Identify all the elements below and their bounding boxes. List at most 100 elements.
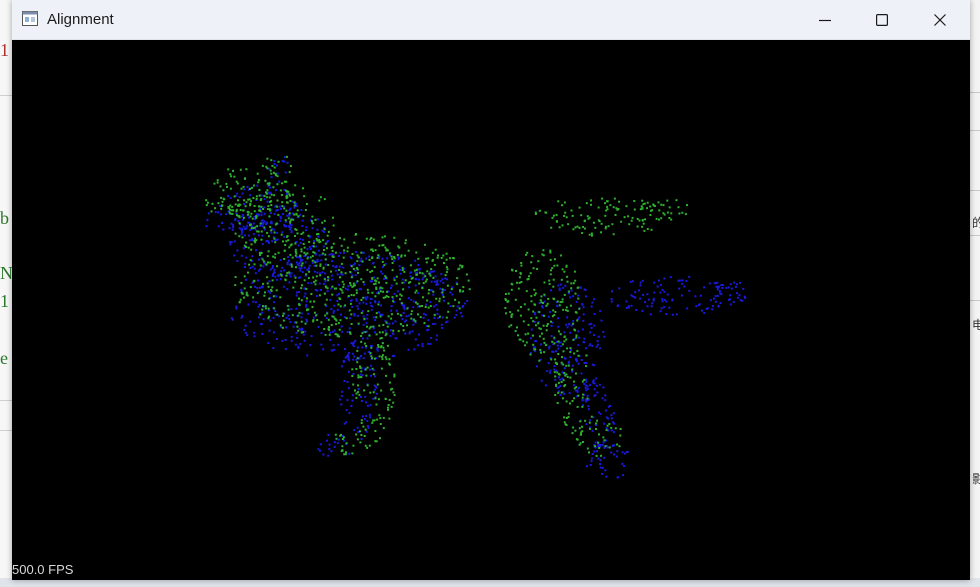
cloud-point [270, 229, 273, 232]
cloud-point [264, 179, 267, 182]
cloud-point [339, 434, 342, 437]
cloud-point [668, 306, 671, 309]
cloud-point [270, 204, 273, 206]
cloud-point [378, 331, 381, 334]
cloud-point [321, 271, 324, 274]
cloud-point [270, 176, 273, 179]
cloud-point [269, 191, 272, 194]
cloud-point [340, 271, 343, 274]
cloud-point [442, 281, 445, 284]
cloud-point [273, 237, 276, 240]
cloud-point [695, 305, 698, 308]
cloud-point [285, 209, 288, 212]
cloud-point [435, 297, 438, 300]
cloud-point [300, 331, 303, 334]
cloud-point [590, 457, 593, 460]
cloud-point [424, 275, 427, 278]
cloud-point [650, 228, 653, 231]
cloud-point [565, 400, 568, 403]
cloud-point [329, 339, 332, 341]
cloud-point [612, 444, 615, 447]
cloud-point [511, 269, 514, 272]
cloud-point [534, 313, 537, 316]
cloud-point [309, 256, 312, 259]
cloud-point [559, 254, 562, 257]
cloud-point [661, 298, 664, 301]
cloud-point [387, 315, 390, 318]
cloud-point [532, 310, 535, 313]
cloud-point [595, 422, 598, 425]
cloud-point [217, 202, 220, 205]
cloud-point [247, 271, 249, 274]
cloud-point [516, 281, 518, 284]
cloud-point [268, 196, 271, 199]
cloud-point [433, 305, 436, 308]
cloud-point [384, 356, 387, 359]
maximize-button[interactable] [853, 0, 911, 39]
cloud-point [285, 240, 288, 243]
cloud-point [295, 261, 298, 264]
cloud-point [517, 334, 519, 337]
close-button[interactable] [911, 0, 969, 39]
cloud-point [666, 199, 669, 202]
cloud-point [269, 268, 272, 271]
cloud-point [250, 186, 253, 189]
cloud-point [597, 443, 600, 446]
cloud-point [244, 262, 247, 265]
title-bar[interactable]: Alignment [12, 0, 970, 40]
cloud-point [373, 283, 376, 286]
cloud-point [250, 200, 253, 203]
cloud-point [550, 320, 552, 323]
cloud-point [396, 290, 399, 293]
cloud-point [527, 332, 530, 335]
cloud-point [436, 334, 439, 337]
cloud-point [247, 234, 250, 237]
point-cloud-canvas[interactable] [12, 40, 970, 580]
cloud-point [233, 254, 236, 257]
cloud-point [585, 362, 588, 364]
cloud-point [312, 276, 315, 279]
cloud-point [717, 286, 719, 289]
cloud-point [276, 337, 278, 340]
cloud-point [327, 230, 330, 233]
cloud-point [530, 337, 532, 340]
cloud-point [279, 278, 282, 281]
cloud-point [231, 318, 234, 321]
cloud-point [409, 264, 412, 267]
cloud-point [229, 173, 232, 176]
cloud-point [221, 221, 223, 224]
cloud-point [562, 308, 565, 311]
cloud-point [599, 459, 602, 462]
cloud-point [561, 298, 564, 301]
3d-viewport[interactable]: 500.0 FPS [12, 40, 970, 580]
cloud-point [366, 366, 369, 369]
cloud-point [393, 279, 396, 282]
cloud-point [591, 344, 594, 347]
background-divider [970, 190, 980, 191]
cloud-point [206, 201, 209, 204]
background-divider [970, 92, 980, 93]
cloud-point [417, 333, 420, 336]
cloud-point [377, 344, 380, 346]
cloud-point [238, 301, 241, 304]
cloud-point [727, 286, 730, 289]
cloud-point [220, 196, 222, 199]
cloud-point [619, 428, 622, 430]
cloud-point [396, 312, 399, 315]
cloud-point [319, 443, 322, 446]
cloud-point [650, 209, 652, 212]
cloud-point [625, 450, 628, 453]
cloud-point [563, 421, 566, 424]
cloud-point [616, 443, 619, 446]
cloud-point [576, 390, 579, 393]
cloud-point [280, 274, 283, 277]
cloud-point [599, 347, 602, 350]
cloud-point [524, 333, 527, 336]
minimize-button[interactable] [796, 0, 854, 39]
cloud-point [703, 286, 706, 289]
cloud-point [414, 284, 417, 287]
cloud-point [526, 251, 529, 254]
cloud-point [313, 280, 316, 283]
cloud-point [355, 433, 358, 436]
cloud-point [338, 265, 341, 268]
